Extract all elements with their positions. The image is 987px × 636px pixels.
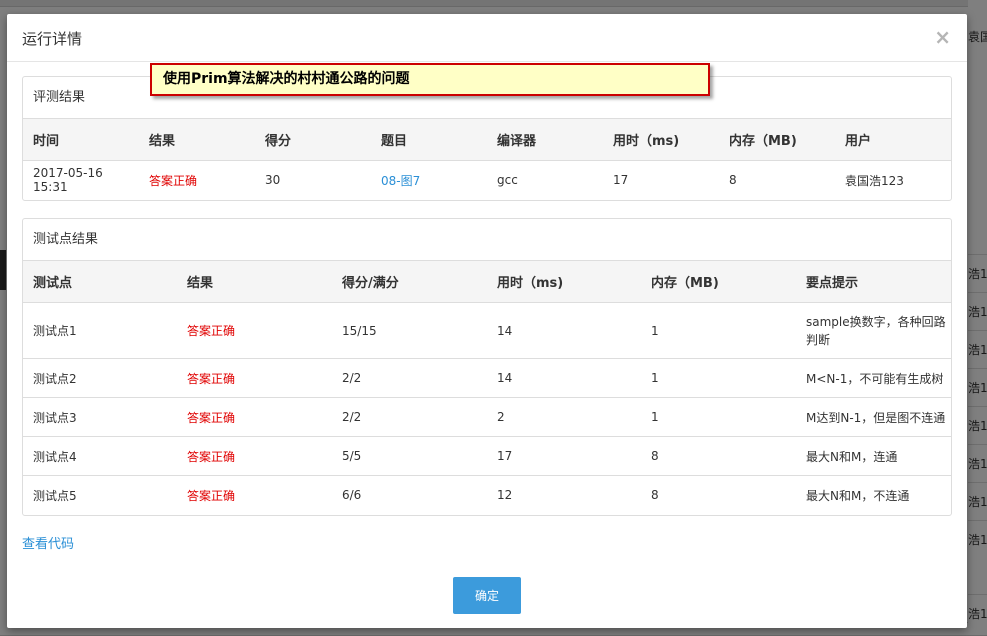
table-row: 测试点4 答案正确 5/5 17 8 最大N和M，连通	[23, 436, 951, 476]
testcase-name: 测试点4	[23, 436, 177, 476]
testcase-result: 答案正确	[177, 358, 332, 398]
testcase-score: 2/2	[332, 397, 487, 437]
testcase-time: 14	[487, 358, 641, 398]
column-header: 结果	[177, 261, 332, 303]
testcase-time: 17	[487, 436, 641, 476]
column-header: 用时（ms)	[487, 261, 641, 303]
column-header: 时间	[23, 119, 139, 161]
table-row: 测试点1 答案正确 15/15 14 1 sample换数字，各种回路判断	[23, 303, 951, 359]
close-icon[interactable]: ×	[934, 27, 951, 47]
testcase-memory: 1	[641, 397, 796, 437]
testcase-result: 答案正确	[187, 324, 236, 338]
result-table: 时间 结果 得分 题目 编译器 用时（ms) 内存（MB) 用户 2017-05…	[23, 119, 951, 200]
modal-header: 运行详情 ×	[7, 14, 967, 62]
testcase-name: 测试点1	[33, 324, 77, 338]
testcase-hint: 最大N和M，不连通	[796, 475, 951, 515]
testcase-hint: M<N-1，不可能有生成树	[796, 358, 951, 398]
column-header: 测试点	[23, 261, 177, 303]
testcase-table-header: 测试点 结果 得分/满分 用时（ms) 内存（MB) 要点提示	[23, 261, 951, 303]
result-table-header: 时间 结果 得分 题目 编译器 用时（ms) 内存（MB) 用户	[23, 119, 951, 161]
testcase-time: 14	[497, 323, 513, 338]
testcase-score: 15/15	[342, 323, 377, 338]
testcase-memory: 8	[641, 475, 796, 515]
table-row: 测试点3 答案正确 2/2 2 1 M达到N-1，但是图不连通	[23, 397, 951, 437]
annotation-tooltip: 使用Prim算法解决的村村通公路的问题	[150, 63, 710, 96]
testcase-time: 12	[487, 475, 641, 515]
testcase-result: 答案正确	[177, 475, 332, 515]
testcase-memory: 1	[651, 323, 659, 338]
time-value: 17	[613, 173, 629, 188]
testcase-name: 测试点3	[23, 397, 177, 437]
ok-button[interactable]: 确定	[453, 577, 521, 614]
testcase-time: 2	[487, 397, 641, 437]
testcase-result: 答案正确	[177, 436, 332, 476]
modal-title: 运行详情	[22, 30, 83, 48]
column-header: 要点提示	[796, 261, 951, 303]
column-header: 内存（MB)	[641, 261, 796, 303]
column-header: 用时（ms)	[603, 119, 719, 161]
column-header: 用户	[835, 119, 951, 161]
testcase-score: 6/6	[332, 475, 487, 515]
column-header: 得分/满分	[332, 261, 487, 303]
view-code-link[interactable]: 查看代码	[22, 533, 74, 552]
score-value: 30	[265, 173, 281, 188]
column-header: 编译器	[487, 119, 603, 161]
testcase-result: 答案正确	[177, 397, 332, 437]
testcase-score: 2/2	[332, 358, 487, 398]
column-header: 结果	[139, 119, 255, 161]
testcase-hint: M达到N-1，但是图不连通	[796, 397, 951, 437]
testcase-score: 5/5	[332, 436, 487, 476]
table-row: 2017-05-16 15:31 答案正确 30 08-图7 gcc 17 8 …	[23, 161, 951, 200]
user-value: 袁国浩123	[845, 173, 904, 188]
table-row: 测试点2 答案正确 2/2 14 1 M<N-1，不可能有生成树	[23, 358, 951, 398]
submission-time: 2017-05-16 15:31	[33, 166, 103, 195]
testcase-panel: 测试点结果 测试点 结果 得分/满分 用时（ms) 内存（MB) 要点提示 测试…	[22, 218, 952, 516]
testcase-memory: 1	[641, 358, 796, 398]
column-header: 内存（MB)	[719, 119, 835, 161]
column-header: 题目	[371, 119, 487, 161]
testcase-memory: 8	[641, 436, 796, 476]
problem-link[interactable]: 08-图7	[371, 161, 487, 200]
table-row: 测试点5 答案正确 6/6 12 8 最大N和M，不连通	[23, 475, 951, 515]
testcase-hint: 最大N和M，连通	[796, 436, 951, 476]
testcase-name: 测试点5	[23, 475, 177, 515]
testcase-name: 测试点2	[23, 358, 177, 398]
result-status: 答案正确	[149, 173, 198, 188]
testcase-hint: sample换数字，各种回路判断	[806, 314, 946, 347]
testcase-table: 测试点 结果 得分/满分 用时（ms) 内存（MB) 要点提示 测试点1 答案正…	[23, 261, 951, 515]
column-header: 得分	[255, 119, 371, 161]
compiler-value: gcc	[497, 173, 518, 188]
memory-value: 8	[729, 173, 737, 188]
testcase-panel-heading: 测试点结果	[23, 219, 951, 261]
run-details-modal: 运行详情 × 评测结果 时间 结果 得分 题目 编译器 用时（ms) 内存（MB…	[7, 14, 967, 628]
